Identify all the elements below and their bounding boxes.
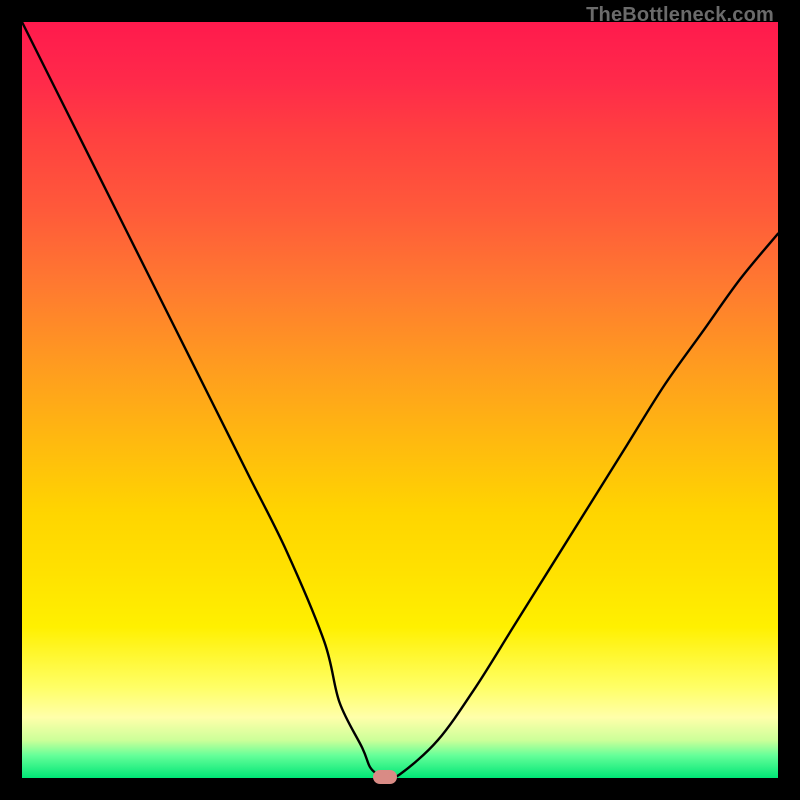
plot-area [22, 22, 778, 778]
optimum-marker [373, 770, 397, 784]
bottleneck-curve [22, 22, 778, 778]
chart-frame: TheBottleneck.com [0, 0, 800, 800]
curve-svg [22, 22, 778, 778]
